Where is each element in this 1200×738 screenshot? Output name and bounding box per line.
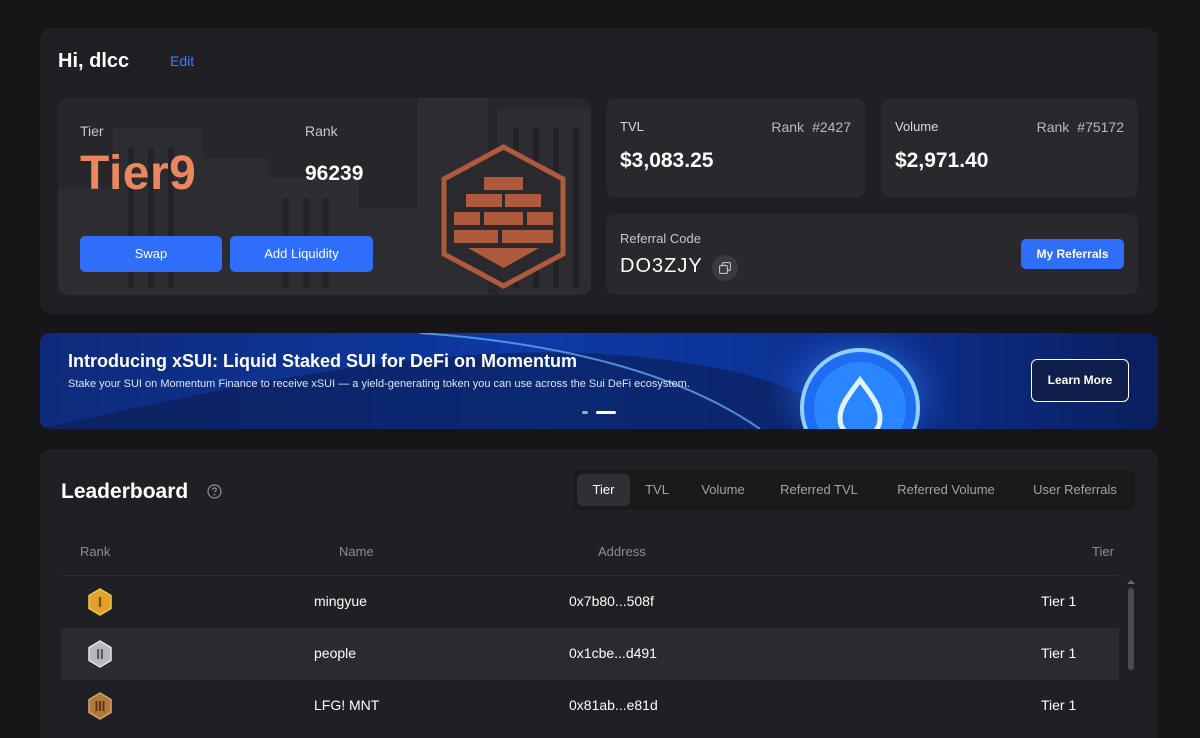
bronze-medal-icon — [88, 692, 112, 720]
row-tier: Tier 1 — [1041, 697, 1077, 713]
volume-label: Volume — [895, 119, 939, 134]
tab-referred-tvl[interactable]: Referred TVL — [765, 474, 873, 506]
greeting: Hi, dlcc — [58, 50, 130, 72]
leaderboard-title: Leaderboard — [61, 480, 189, 503]
tab-referred-volume[interactable]: Referred Volume — [879, 474, 1013, 506]
column-header-name: Name — [339, 544, 374, 559]
volume-rank-value: #75172 — [1077, 119, 1124, 135]
referral-code-value: DO3ZJY — [620, 255, 703, 277]
silver-medal-icon — [88, 640, 112, 668]
tvl-rank-value: #2427 — [812, 119, 851, 135]
table-row[interactable]: mingyue 0x7b80...508f Tier 1 — [61, 576, 1119, 628]
leaderboard-panel: Leaderboard Tier TVL Volume Referred TVL… — [40, 449, 1158, 738]
banner-subtitle: Stake your SUI on Momentum Finance to re… — [68, 378, 690, 390]
tvl-value: $3,083.25 — [620, 149, 714, 172]
row-tier: Tier 1 — [1041, 645, 1077, 661]
gold-medal-icon — [88, 588, 112, 616]
table-row[interactable]: people 0x1cbe...d491 Tier 1 — [61, 628, 1119, 680]
tvl-card: TVL Rank #2427 $3,083.25 — [606, 98, 865, 198]
rank-value: 96239 — [305, 162, 364, 185]
leaderboard-tabs: Tier TVL Volume Referred TVL Referred Vo… — [573, 470, 1135, 510]
help-icon[interactable] — [207, 484, 222, 499]
volume-value: $2,971.40 — [895, 149, 989, 172]
rank-label: Rank — [305, 123, 338, 139]
scroll-up-arrow-icon[interactable] — [1127, 580, 1135, 584]
row-name: LFG! MNT — [314, 697, 380, 713]
tab-user-referrals[interactable]: User Referrals — [1019, 474, 1131, 506]
referral-card: Referral Code DO3ZJY My Referrals — [606, 214, 1138, 295]
tvl-rank-label: Rank — [771, 119, 805, 135]
row-name: people — [314, 645, 357, 661]
carousel-dot-active[interactable] — [596, 411, 616, 414]
volume-rank-label: Rank — [1036, 119, 1070, 135]
edit-link[interactable]: Edit — [170, 53, 194, 69]
tier-brick-badge-icon — [441, 144, 566, 289]
my-referrals-button[interactable]: My Referrals — [1021, 239, 1124, 269]
column-header-rank: Rank — [80, 544, 111, 559]
carousel-dot[interactable] — [582, 411, 588, 414]
row-address: 0x81ab...e81d — [569, 697, 658, 713]
table-row[interactable]: LFG! MNT 0x81ab...e81d Tier 1 — [61, 680, 1119, 732]
tvl-rank: Rank #2427 — [771, 119, 851, 135]
scrollbar-thumb[interactable] — [1128, 588, 1134, 670]
banner-title: Introducing xSUI: Liquid Staked SUI for … — [68, 351, 578, 371]
tier-label: Tier — [80, 123, 104, 139]
promo-banner[interactable]: Introducing xSUI: Liquid Staked SUI for … — [40, 333, 1158, 429]
add-liquidity-button[interactable]: Add Liquidity — [230, 236, 373, 272]
row-name: mingyue — [314, 593, 367, 609]
row-address: 0x1cbe...d491 — [569, 645, 657, 661]
swap-button[interactable]: Swap — [80, 236, 222, 272]
tier-card: Tier Tier9 Rank 96239 Swap Add Liquidity — [58, 98, 591, 295]
volume-rank: Rank #75172 — [1037, 119, 1124, 135]
volume-card: Volume Rank #75172 $2,971.40 — [881, 98, 1138, 198]
tier-value: Tier9 — [80, 147, 197, 200]
copy-icon[interactable] — [712, 255, 738, 281]
tvl-label: TVL — [620, 119, 644, 134]
profile-panel: Hi, dlcc Edit Tier Tier9 Rank 96239 Swap… — [40, 28, 1158, 314]
column-header-address: Address — [598, 544, 646, 559]
tab-tvl[interactable]: TVL — [635, 474, 679, 506]
row-tier: Tier 1 — [1041, 593, 1077, 609]
xsui-coin-icon — [800, 348, 920, 429]
referral-code-label: Referral Code — [620, 231, 701, 246]
column-header-tier: Tier — [1092, 544, 1114, 559]
learn-more-button[interactable]: Learn More — [1031, 359, 1129, 402]
tab-tier[interactable]: Tier — [577, 474, 630, 506]
tab-volume[interactable]: Volume — [687, 474, 759, 506]
row-address: 0x7b80...508f — [569, 593, 654, 609]
